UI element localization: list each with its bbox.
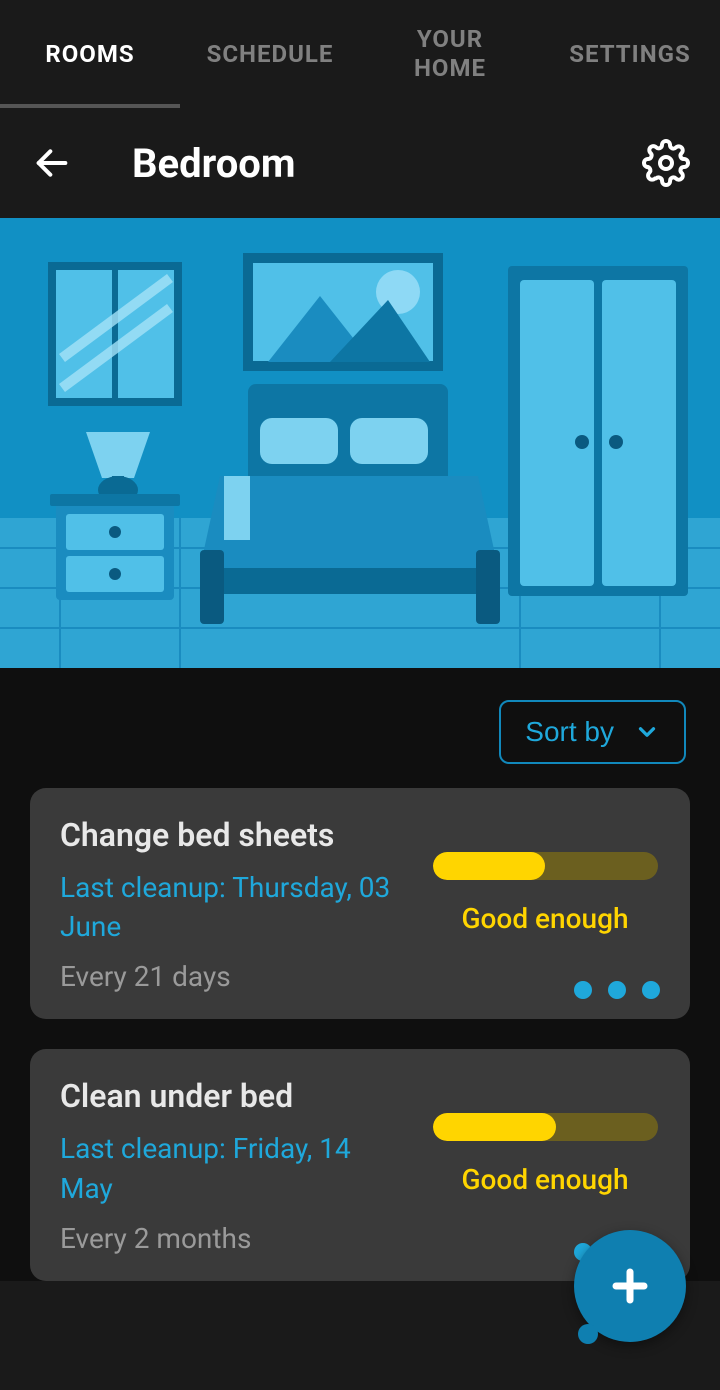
task-title: Clean under bed — [60, 1077, 410, 1115]
header: Bedroom — [0, 108, 720, 218]
task-last-cleanup: Last cleanup: Thursday, 03 June — [60, 868, 410, 946]
progress-fill — [433, 1113, 557, 1141]
progress-bar — [433, 1113, 658, 1141]
dot-icon — [642, 981, 660, 999]
progress-bar — [433, 852, 658, 880]
tab-schedule[interactable]: SCHEDULE — [180, 40, 360, 69]
task-status: Good enough — [461, 902, 628, 935]
tab-rooms[interactable]: ROOMS — [0, 40, 180, 69]
sort-label: Sort by — [525, 716, 614, 748]
chevron-down-icon — [634, 719, 660, 745]
more-menu-button[interactable] — [574, 981, 660, 999]
tab-settings[interactable]: SETTINGS — [540, 40, 720, 69]
task-title: Change bed sheets — [60, 816, 410, 854]
active-tab-indicator — [0, 104, 180, 108]
task-card[interactable]: Change bed sheets Last cleanup: Thursday… — [30, 788, 690, 1019]
dot-icon — [608, 981, 626, 999]
gear-icon — [642, 139, 690, 187]
task-status: Good enough — [461, 1163, 628, 1196]
settings-button[interactable] — [640, 137, 692, 189]
task-frequency: Every 2 months — [60, 1222, 410, 1255]
progress-fill — [433, 852, 546, 880]
content-area: Sort by Change bed sheets Last cleanup: … — [0, 668, 720, 1281]
back-button[interactable] — [28, 139, 76, 187]
tab-your-home[interactable]: YOUR HOME — [360, 25, 540, 83]
dot-icon — [574, 981, 592, 999]
plus-icon — [606, 1262, 654, 1310]
task-frequency: Every 21 days — [60, 960, 410, 993]
arrow-left-icon — [32, 143, 72, 183]
add-task-fab[interactable] — [574, 1230, 686, 1342]
room-illustration — [0, 218, 720, 668]
task-last-cleanup: Last cleanup: Friday, 14 May — [60, 1129, 410, 1207]
page-title: Bedroom — [132, 140, 640, 187]
tab-bar: ROOMS SCHEDULE YOUR HOME SETTINGS — [0, 0, 720, 108]
sort-by-button[interactable]: Sort by — [499, 700, 686, 764]
